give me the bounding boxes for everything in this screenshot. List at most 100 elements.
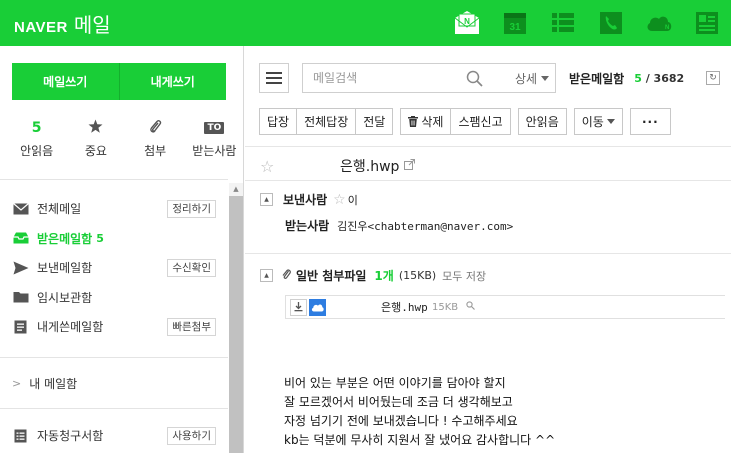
delete-label: 삭제 (421, 115, 444, 129)
compose-button[interactable]: 메일쓰기 (12, 63, 119, 100)
star-outline-icon[interactable]: ☆ (260, 157, 274, 176)
trash-icon (408, 116, 419, 127)
mark-unread-button[interactable]: 안읽음 (517, 108, 567, 135)
folder-label: 임시보관함 (37, 290, 93, 305)
to-badge: TO (204, 122, 225, 134)
search-input[interactable] (313, 71, 463, 85)
mailbox-title: 받은메일함 (569, 72, 625, 86)
service-text: 메일 (73, 13, 111, 37)
note-icon (12, 320, 29, 334)
search-icon[interactable] (466, 70, 483, 90)
detail-label: 상세 (514, 71, 538, 86)
list-doc-icon (12, 429, 29, 443)
attachment-file-name[interactable]: 은행.hwp (381, 299, 428, 315)
attachment-item: 은행.hwp 15KB (285, 295, 725, 319)
mailbox-total: 3682 (653, 72, 685, 85)
quick-important[interactable]: 중요 (66, 116, 125, 176)
inbox-unread-count: 5 (96, 231, 104, 245)
naver-mail-logo[interactable]: NAVER 메일 (14, 9, 111, 38)
quick-label: 받는사람 (192, 144, 237, 158)
search-box (302, 63, 512, 93)
attachment-total-size: (15KB) (398, 269, 437, 282)
search-toolbar: 상세 받은메일함 5 / 3682 (259, 63, 684, 93)
save-to-cloud-icon[interactable] (309, 298, 326, 316)
collapse-toggle-icon[interactable]: ▲ (260, 193, 273, 206)
mail-n-icon[interactable]: N (443, 0, 491, 46)
quick-attach-button[interactable]: 빠른첨부 (167, 318, 216, 336)
mail-body: 비어 있는 부분은 어떤 이야기를 담아야 할지 잘 모르겠어서 비어뒀는데 조… (284, 376, 556, 447)
folder-drafts[interactable]: 임시보관함 (0, 283, 228, 313)
attachment-count: 1개 (374, 269, 394, 283)
office-icon[interactable] (683, 0, 731, 46)
forward-button[interactable]: 전달 (355, 108, 394, 135)
recipient-address[interactable]: 김진우<chabterman@naver.com> (337, 218, 513, 234)
sidebar: 메일쓰기 내게쓰기 5 안읽음 중요 첨부 TO 받는사람 전체메일 정리하기 … (0, 46, 244, 453)
contacts-list-icon[interactable] (539, 0, 587, 46)
mailbox-count: 5 / 3682 (634, 72, 685, 85)
move-label: 이동 (581, 115, 604, 129)
organize-button[interactable]: 정리하기 (167, 200, 216, 218)
divider (245, 146, 731, 147)
quick-label: 중요 (84, 144, 107, 158)
folder-sent[interactable]: 보낸메일함 수신확인 (0, 253, 228, 283)
paperclip-icon (148, 119, 162, 137)
spam-button[interactable]: 스팸신고 (450, 108, 511, 135)
preview-icon[interactable] (466, 301, 475, 313)
read-receipt-button[interactable]: 수신확인 (167, 259, 216, 277)
send-icon (12, 261, 29, 275)
use-button[interactable]: 사용하기 (167, 427, 216, 445)
folder-auto-bills: 자동청구서함 사용하기 (0, 421, 228, 451)
self-compose-button[interactable]: 내게쓰기 (118, 63, 226, 100)
sender-name[interactable]: 이 (348, 192, 358, 208)
reply-button[interactable]: 답장 (259, 108, 298, 135)
star-outline-icon[interactable]: ☆ (333, 192, 346, 208)
folder-label: 보낸메일함 (37, 261, 93, 276)
folder-label: 자동청구서함 (37, 429, 104, 444)
envelope-icon (12, 202, 29, 216)
folder-to-me[interactable]: 내게쓴메일함 빠른첨부 (0, 312, 228, 342)
attachment-file-size: 15KB (432, 301, 459, 313)
quick-to-me[interactable]: TO 받는사람 (185, 116, 244, 176)
chevron-right-icon: > (12, 377, 22, 390)
detail-search-button[interactable]: 상세 (509, 63, 556, 93)
paperclip-icon (282, 268, 291, 284)
sender-row: ▲ 보낸사람 ☆ 이 (260, 191, 358, 208)
hamburger-icon (266, 72, 282, 84)
recipient-label: 받는사람 (285, 219, 330, 233)
mailbox-unread: 5 (634, 72, 642, 85)
inbox-icon (12, 231, 29, 245)
divider (0, 408, 228, 409)
save-all-link[interactable]: 모두 저장 (442, 268, 486, 284)
more-button[interactable]: ··· (629, 108, 671, 135)
my-mail-label: 내 메일함 (29, 377, 78, 391)
sender-label: 보낸사람 (283, 193, 328, 207)
attachment-header: ▲ 일반 첨부파일 1개 (15KB) 모두 저장 (260, 267, 486, 284)
folder-list: 전체메일 정리하기 받은메일함 5 보낸메일함 수신확인 임시보관함 내게쓴메일… (0, 194, 228, 342)
sidebar-scroll-thumb[interactable] (229, 196, 243, 453)
phone-icon[interactable] (587, 0, 635, 46)
scroll-up-icon[interactable]: ▲ (229, 183, 243, 195)
folder-auto-bills-item[interactable]: 자동청구서함 사용하기 (0, 421, 228, 451)
menu-button[interactable] (259, 63, 289, 93)
cloud-icon[interactable]: N (635, 0, 683, 46)
move-button[interactable]: 이동 (573, 108, 623, 135)
quick-unread[interactable]: 5 안읽음 (7, 116, 66, 176)
divider (245, 253, 731, 254)
delete-button[interactable]: 삭제 (400, 108, 452, 135)
folder-inbox[interactable]: 받은메일함 5 (0, 224, 228, 254)
compose-buttons: 메일쓰기 내게쓰기 (12, 63, 226, 100)
refresh-icon[interactable]: ↻ (706, 71, 720, 85)
download-icon[interactable] (290, 298, 307, 316)
folder-label: 내게쓴메일함 (37, 320, 104, 335)
divider (0, 357, 228, 358)
quick-filters: 5 안읽음 중요 첨부 TO 받는사람 (0, 116, 244, 176)
mailbox-info: 받은메일함 5 / 3682 (569, 70, 684, 87)
calendar-icon[interactable]: 31 (491, 0, 539, 46)
quick-attach[interactable]: 첨부 (126, 116, 185, 176)
folder-all-mail[interactable]: 전체메일 정리하기 (0, 194, 228, 224)
reply-all-button[interactable]: 전체답장 (296, 108, 357, 135)
my-mail-section[interactable]: > 내 메일함 (12, 375, 77, 392)
open-new-window-icon[interactable] (404, 159, 415, 173)
collapse-toggle-icon[interactable]: ▲ (260, 269, 273, 282)
caret-down-icon (606, 119, 615, 124)
